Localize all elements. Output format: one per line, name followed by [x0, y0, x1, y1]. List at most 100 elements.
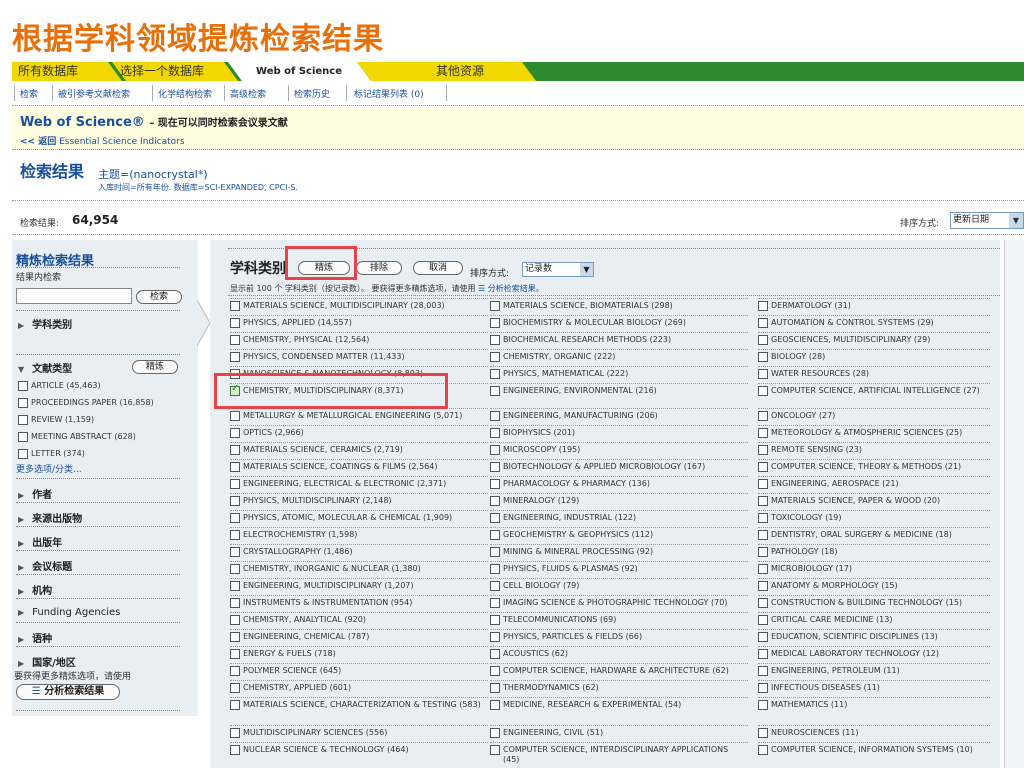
subject-category-item[interactable]: INSTRUMENTS & INSTRUMENTATION (954) — [230, 595, 488, 612]
checkbox-icon[interactable] — [758, 745, 768, 755]
checkbox-icon[interactable] — [490, 666, 500, 676]
search-within-input[interactable] — [16, 288, 132, 304]
sort-select[interactable]: 更新日期 ▼ — [950, 212, 1024, 229]
checkbox-icon[interactable] — [490, 386, 500, 396]
subject-category-item[interactable]: MATERIALS SCIENCE, MULTIDISCIPLINARY (28… — [230, 298, 488, 315]
checkbox-icon[interactable] — [18, 397, 28, 408]
subject-category-item[interactable]: COMPUTER SCIENCE, HARDWARE & ARCHITECTUR… — [490, 663, 748, 680]
subject-category-item[interactable]: CHEMISTRY, ANALYTICAL (920) — [230, 612, 488, 629]
search-within-button[interactable]: 检索 — [136, 290, 182, 304]
checkbox-icon[interactable] — [490, 615, 500, 625]
checkbox-icon[interactable] — [18, 448, 28, 459]
checkbox-icon[interactable] — [490, 335, 500, 345]
subject-category-item[interactable]: ENGINEERING, MANUFACTURING (206) — [490, 408, 748, 425]
subject-category-item[interactable]: CRYSTALLOGRAPHY (1,486) — [230, 544, 488, 561]
checkbox-icon[interactable] — [758, 496, 768, 506]
tab-all-databases[interactable]: 所有数据库 — [12, 62, 112, 81]
checkbox-icon[interactable] — [758, 428, 768, 438]
checkbox-icon[interactable] — [230, 581, 240, 591]
checkbox-icon[interactable] — [758, 352, 768, 362]
subject-category-item[interactable]: MINERALOGY (129) — [490, 493, 748, 510]
checkbox-icon[interactable] — [758, 462, 768, 472]
section-conference[interactable]: ▶ 会议标题 — [18, 558, 72, 573]
section-institution[interactable]: ▶ 机构 — [18, 582, 52, 597]
checkbox-icon[interactable] — [230, 745, 240, 755]
checkbox-icon[interactable] — [758, 728, 768, 738]
checkbox-icon[interactable] — [490, 530, 500, 540]
checkbox-icon[interactable] — [490, 301, 500, 311]
subject-category-item[interactable]: POLYMER SCIENCE (645) — [230, 663, 488, 680]
checkbox-icon[interactable] — [18, 380, 28, 391]
section-doctype[interactable]: ▼ 文献类型 — [18, 360, 72, 375]
checkbox-icon[interactable] — [758, 683, 768, 693]
subject-category-item[interactable]: PHYSICS, PARTICLES & FIELDS (66) — [490, 629, 748, 646]
checkbox-icon[interactable] — [230, 683, 240, 693]
subject-category-item[interactable]: CHEMISTRY, INORGANIC & NUCLEAR (1,380) — [230, 561, 488, 578]
subnav-search-history[interactable]: 检索历史 — [294, 87, 330, 100]
subject-category-item[interactable]: COMPUTER SCIENCE, THEORY & METHODS (21) — [758, 459, 990, 476]
subject-category-item[interactable]: ENGINEERING, INDUSTRIAL (122) — [490, 510, 748, 527]
subject-category-item[interactable]: GEOSCIENCES, MULTIDISCIPLINARY (29) — [758, 332, 990, 349]
subject-category-item[interactable]: ENGINEERING, PETROLEUM (11) — [758, 663, 990, 680]
more-options-link[interactable]: 更多选项/分类... — [16, 462, 82, 475]
checkbox-icon[interactable] — [230, 615, 240, 625]
esi-link[interactable]: Essential Science Indicators — [59, 137, 184, 147]
checkbox-icon[interactable] — [758, 445, 768, 455]
checkbox-icon[interactable] — [490, 462, 500, 472]
subject-category-item[interactable]: PHARMACOLOGY & PHARMACY (136) — [490, 476, 748, 493]
subject-category-item[interactable]: CONSTRUCTION & BUILDING TECHNOLOGY (15) — [758, 595, 990, 612]
subject-category-item[interactable]: MATERIALS SCIENCE, CERAMICS (2,719) — [230, 442, 488, 459]
doctype-refine-button[interactable]: 精炼 — [132, 360, 178, 374]
subject-category-item[interactable]: OPTICS (2,966) — [230, 425, 488, 442]
checkbox-icon[interactable] — [230, 496, 240, 506]
doctype-option[interactable]: LETTER (374) — [18, 448, 85, 460]
subject-category-item[interactable]: MATERIALS SCIENCE, PAPER & WOOD (20) — [758, 493, 990, 510]
section-language[interactable]: ▶ 语种 — [18, 630, 52, 645]
subject-category-item[interactable]: MICROSCOPY (195) — [490, 442, 748, 459]
subject-category-item[interactable]: EDUCATION, SCIENTIFIC DISCIPLINES (13) — [758, 629, 990, 646]
subject-category-item[interactable]: BIOPHYSICS (201) — [490, 425, 748, 442]
checkbox-icon[interactable] — [490, 700, 500, 710]
checkbox-icon[interactable] — [758, 411, 768, 421]
section-subject[interactable]: ▶ 学科类别 — [18, 316, 72, 331]
checkbox-icon[interactable] — [758, 318, 768, 328]
subject-category-item[interactable]: PHYSICS, FLUIDS & PLASMAS (92) — [490, 561, 748, 578]
checkbox-icon[interactable] — [490, 649, 500, 659]
checkbox-icon[interactable] — [490, 728, 500, 738]
subject-category-item[interactable]: MEDICINE, RESEARCH & EXPERIMENTAL (54) — [490, 697, 748, 725]
subject-category-item[interactable]: INFECTIOUS DISEASES (11) — [758, 680, 990, 697]
checkbox-icon[interactable] — [758, 666, 768, 676]
subject-category-item[interactable]: ENERGY & FUELS (718) — [230, 646, 488, 663]
checkbox-icon[interactable] — [230, 632, 240, 642]
checkbox-icon[interactable] — [230, 428, 240, 438]
checkbox-icon[interactable] — [18, 431, 28, 442]
subject-category-item[interactable]: MICROBIOLOGY (17) — [758, 561, 990, 578]
checkbox-icon[interactable] — [490, 581, 500, 591]
checkbox-icon[interactable] — [758, 564, 768, 574]
subject-category-item[interactable]: BIOLOGY (28) — [758, 349, 990, 366]
checkbox-icon[interactable] — [490, 513, 500, 523]
subject-category-item[interactable]: CRITICAL CARE MEDICINE (13) — [758, 612, 990, 629]
subject-category-item[interactable]: REMOTE SENSING (23) — [758, 442, 990, 459]
cancel-button[interactable]: 取消 — [413, 261, 463, 275]
subject-sort-select[interactable]: 记录数 ▼ — [522, 262, 594, 277]
subject-category-item[interactable]: CHEMISTRY, PHYSICAL (12,564) — [230, 332, 488, 349]
subject-category-item[interactable]: THERMODYNAMICS (62) — [490, 680, 748, 697]
subject-category-item[interactable]: DERMATOLOGY (31) — [758, 298, 990, 315]
subject-category-item[interactable]: BIOTECHNOLOGY & APPLIED MICROBIOLOGY (16… — [490, 459, 748, 476]
checkbox-icon[interactable] — [758, 581, 768, 591]
checkbox-icon[interactable] — [758, 301, 768, 311]
subject-category-item[interactable]: ONCOLOGY (27) — [758, 408, 990, 425]
checkbox-icon[interactable] — [758, 547, 768, 557]
checkbox-icon[interactable] — [758, 615, 768, 625]
exclude-button[interactable]: 排除 — [356, 261, 402, 275]
subject-category-item[interactable]: MINING & MINERAL PROCESSING (92) — [490, 544, 748, 561]
checkbox-icon[interactable] — [490, 496, 500, 506]
checkbox-icon[interactable] — [490, 479, 500, 489]
section-source[interactable]: ▶ 来源出版物 — [18, 510, 82, 525]
checkbox-icon[interactable] — [230, 649, 240, 659]
checkbox-icon[interactable] — [490, 547, 500, 557]
checkbox-icon[interactable] — [230, 318, 240, 328]
subject-category-item[interactable]: ANATOMY & MORPHOLOGY (15) — [758, 578, 990, 595]
subject-category-item[interactable]: WATER RESOURCES (28) — [758, 366, 990, 383]
